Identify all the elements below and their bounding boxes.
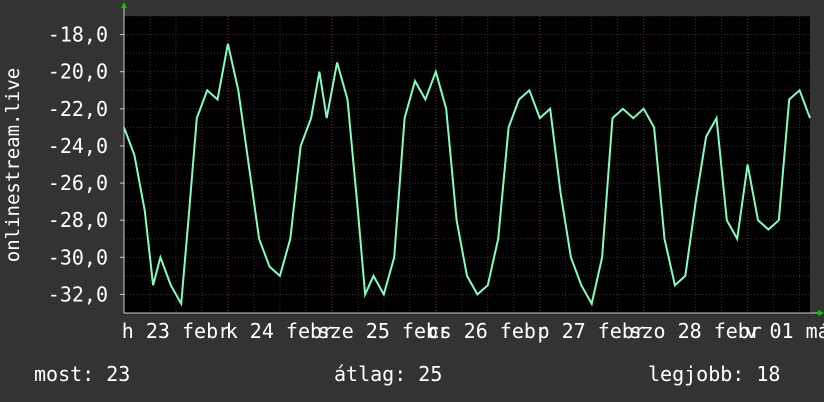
y-tick-label: -18,0 bbox=[48, 23, 108, 47]
x-axis-ticks: h 23 febrk 24 febrsze 25 febrcs 26 febrp… bbox=[122, 319, 824, 343]
y-axis-label: onlinestream.live bbox=[2, 68, 24, 262]
y-tick-label: -32,0 bbox=[48, 282, 108, 306]
current-value: most: 23 bbox=[34, 362, 131, 386]
y-axis-ticks: -18,0 -20,0 -22,0 -24,0 -26,0 -28,0 -30,0 -32,0 bbox=[48, 23, 124, 306]
y-tick-label: -24,0 bbox=[48, 134, 108, 158]
y-tick-label: -20,0 bbox=[48, 60, 108, 84]
y-tick-label: -30,0 bbox=[48, 245, 108, 269]
y-axis-arrow-icon bbox=[121, 2, 127, 8]
average-value: átlag: 25 bbox=[334, 362, 443, 386]
x-tick-label: szo 28 febr bbox=[629, 319, 761, 343]
x-tick-label: h 23 febr bbox=[122, 319, 230, 343]
x-tick-label: cs 26 febr bbox=[428, 319, 548, 343]
x-tick-label: v 01 márc bbox=[745, 319, 824, 343]
max-value: legjobb: 18 bbox=[648, 362, 781, 386]
y-tick-label: -26,0 bbox=[48, 171, 108, 195]
x-axis-arrow-icon bbox=[818, 310, 824, 316]
chart-svg: -18,0 -20,0 -22,0 -24,0 -26,0 -28,0 -30,0 -32,0… bbox=[2, 2, 824, 343]
y-tick-label: -22,0 bbox=[48, 97, 108, 121]
y-tick-label: -28,0 bbox=[48, 208, 108, 232]
